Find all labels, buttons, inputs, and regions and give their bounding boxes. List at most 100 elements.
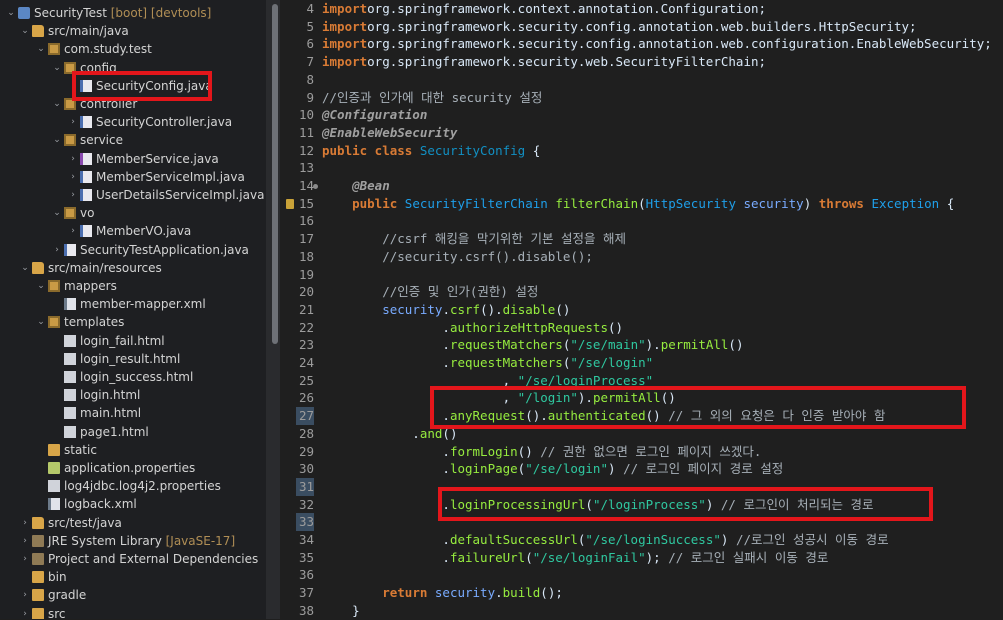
- code-line[interactable]: 25 , "/se/loginProcess": [280, 372, 1003, 390]
- code-line[interactable]: 20 //인증 및 인가(권한) 설정: [280, 283, 1003, 301]
- chevron-down-icon[interactable]: ⌄: [52, 204, 62, 222]
- fold-toggle-icon[interactable]: [313, 184, 318, 189]
- tree-item[interactable]: ⌄ src/main/resources: [20, 259, 162, 277]
- code-line[interactable]: 16: [280, 212, 1003, 230]
- code-line[interactable]: 13: [280, 159, 1003, 177]
- code-line[interactable]: 22 .authorizeHttpRequests(): [280, 319, 1003, 337]
- tree-item[interactable]: › JRE System Library [JavaSE-17]: [20, 532, 235, 550]
- code-line[interactable]: 36: [280, 566, 1003, 584]
- chevron-down-icon[interactable]: ⌄: [52, 59, 62, 77]
- code-line[interactable]: 14 @Bean: [280, 177, 1003, 195]
- tree-item[interactable]: log4jdbc.log4j2.properties: [36, 477, 221, 495]
- explorer-scrollbar-thumb[interactable]: [272, 4, 278, 344]
- tree-item[interactable]: login_fail.html: [52, 332, 165, 350]
- chevron-right-icon[interactable]: ›: [68, 113, 78, 131]
- chevron-down-icon[interactable]: ⌄: [36, 313, 46, 331]
- chevron-right-icon[interactable]: ›: [68, 168, 78, 186]
- tree-item[interactable]: ⌄ com.study.test: [36, 40, 152, 58]
- code-line[interactable]: 17 //csrf 해킹을 막기위한 기본 설정을 해제: [280, 230, 1003, 248]
- tree-item[interactable]: ⌄ vo: [52, 204, 94, 222]
- code-line[interactable]: 33: [280, 513, 1003, 531]
- code-line[interactable]: 11 @EnableWebSecurity: [280, 124, 1003, 142]
- code-line[interactable]: 5 importorg.springframework.security.conf…: [280, 18, 1003, 36]
- code-line[interactable]: 38 }: [280, 602, 1003, 620]
- chevron-right-icon[interactable]: ›: [20, 586, 30, 604]
- package-icon: [64, 61, 76, 74]
- code-line[interactable]: 18 //security.csrf().disable();: [280, 248, 1003, 266]
- tree-item[interactable]: › src/test/java: [20, 514, 122, 532]
- chevron-down-icon[interactable]: ⌄: [52, 95, 62, 113]
- tree-item[interactable]: › SecurityTestApplication.java: [52, 241, 249, 259]
- tree-item[interactable]: application.properties: [36, 459, 195, 477]
- chevron-right-icon[interactable]: ›: [52, 241, 62, 259]
- chevron-down-icon[interactable]: ⌄: [36, 40, 46, 58]
- code-line[interactable]: 8: [280, 71, 1003, 89]
- tree-item[interactable]: › MemberService.java: [68, 150, 218, 168]
- line-number: 13: [298, 160, 314, 176]
- code-line[interactable]: 29 .formLogin() // 권한 없으면 로그인 페이지 쓰겠다.: [280, 443, 1003, 461]
- code-line[interactable]: 10 @Configuration: [280, 106, 1003, 124]
- tree-item[interactable]: › SecurityController.java: [68, 113, 232, 131]
- tree-item[interactable]: login.html: [52, 386, 140, 404]
- code-token: and: [419, 425, 443, 441]
- tree-item[interactable]: ⌄ service: [52, 131, 123, 149]
- code-line[interactable]: 12 public class SecurityConfig {: [280, 142, 1003, 160]
- code-line[interactable]: 19: [280, 266, 1003, 284]
- tree-item[interactable]: static: [36, 441, 97, 459]
- code-line[interactable]: 23 .requestMatchers("/se/main").permitAl…: [280, 336, 1003, 354]
- code-line[interactable]: 15 public SecurityFilterChain filterChai…: [280, 195, 1003, 213]
- chevron-down-icon[interactable]: ⌄: [36, 277, 46, 295]
- chevron-down-icon[interactable]: ⌄: [20, 259, 30, 277]
- tree-item[interactable]: ⌄ config: [52, 59, 117, 77]
- chevron-right-icon[interactable]: ›: [20, 532, 30, 550]
- tree-item[interactable]: › SecurityConfig.java: [68, 77, 213, 95]
- code-line[interactable]: 9 //인증과 인가에 대한 security 설정: [280, 89, 1003, 107]
- tree-item[interactable]: ⌄ mappers: [36, 277, 117, 295]
- code-line[interactable]: 28 .and(): [280, 425, 1003, 443]
- chevron-down-icon[interactable]: ⌄: [20, 22, 30, 40]
- tree-item[interactable]: › UserDetailsServiceImpl.java: [68, 186, 264, 204]
- code-line[interactable]: 31: [280, 478, 1003, 496]
- tree-item[interactable]: ⌄ SecurityTest [boot] [devtools]: [6, 4, 211, 22]
- chevron-right-icon[interactable]: ›: [68, 186, 78, 204]
- code-line[interactable]: 26 , "/login").permitAll(): [280, 389, 1003, 407]
- code-line[interactable]: 4 importorg.springframework.context.annot…: [280, 0, 1003, 18]
- tree-item[interactable]: ⌄ controller: [52, 95, 137, 113]
- chevron-right-icon[interactable]: ›: [68, 150, 78, 168]
- tree-item[interactable]: page1.html: [52, 423, 149, 441]
- code-line[interactable]: 35 .failureUrl("/se/loginFail"); // 로그인 …: [280, 549, 1003, 567]
- tree-item[interactable]: › Project and External Dependencies: [20, 550, 258, 568]
- chevron-down-icon[interactable]: ⌄: [6, 4, 16, 22]
- code-line[interactable]: 24 .requestMatchers("/se/login": [280, 354, 1003, 372]
- code-text: return security.build();: [322, 584, 563, 602]
- tree-item[interactable]: › MemberVO.java: [68, 222, 191, 240]
- code-line[interactable]: 30 .loginPage("/se/login") // 로그인 페이지 경로…: [280, 460, 1003, 478]
- tree-item[interactable]: › gradle: [20, 586, 86, 604]
- chevron-right-icon[interactable]: ›: [20, 550, 30, 568]
- line-number: 14: [298, 178, 314, 193]
- tree-item[interactable]: ⌄ templates: [36, 313, 124, 331]
- chevron-right-icon[interactable]: ›: [68, 222, 78, 240]
- code-line[interactable]: 21 security.csrf().disable(): [280, 301, 1003, 319]
- code-line[interactable]: 27 .anyRequest().authenticated() // 그 외의…: [280, 407, 1003, 425]
- code-line[interactable]: 32 .loginProcessingUrl("/loginProcess") …: [280, 496, 1003, 514]
- code-line[interactable]: 7 importorg.springframework.security.web.…: [280, 53, 1003, 71]
- chevron-right-icon[interactable]: ›: [20, 514, 30, 532]
- tree-item[interactable]: main.html: [52, 404, 141, 422]
- tree-item[interactable]: › src: [20, 605, 66, 619]
- code-token: HttpSecurity: [645, 195, 736, 211]
- tree-item[interactable]: login_success.html: [52, 368, 193, 386]
- code-line[interactable]: 37 return security.build();: [280, 584, 1003, 602]
- tree-item[interactable]: › MemberServiceImpl.java: [68, 168, 245, 186]
- chevron-right-icon[interactable]: ›: [68, 77, 78, 95]
- tree-item[interactable]: ⌄ src/main/java: [20, 22, 129, 40]
- override-marker-icon[interactable]: [286, 198, 294, 209]
- code-line[interactable]: 34 .defaultSuccessUrl("/se/loginSuccess"…: [280, 531, 1003, 549]
- chevron-down-icon[interactable]: ⌄: [52, 131, 62, 149]
- tree-item[interactable]: member-mapper.xml: [52, 295, 206, 313]
- tree-item[interactable]: logback.xml: [36, 495, 137, 513]
- tree-item[interactable]: login_result.html: [52, 350, 180, 368]
- tree-item[interactable]: bin: [20, 568, 67, 586]
- chevron-right-icon[interactable]: ›: [20, 605, 30, 619]
- code-line[interactable]: 6 importorg.springframework.security.conf…: [280, 35, 1003, 53]
